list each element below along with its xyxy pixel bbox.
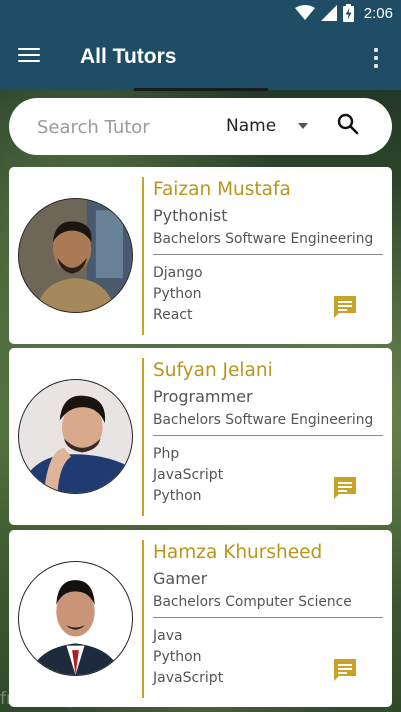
tab-indicator (134, 88, 268, 91)
battery-charging-icon (342, 4, 354, 22)
avatar (18, 198, 133, 313)
more-vert-icon[interactable] (369, 46, 383, 70)
tutor-role: Pythonist (153, 206, 228, 225)
skills-list: Php JavaScript Python (153, 444, 223, 507)
tutor-role: Programmer (153, 387, 253, 406)
app-bar: All Tutors (0, 26, 401, 90)
divider (153, 617, 383, 618)
search-input[interactable] (37, 114, 207, 140)
tutor-card[interactable]: Hamza Khursheed Gamer Bachelors Computer… (9, 530, 392, 707)
avatar (18, 379, 133, 494)
skills-list: Java Python JavaScript (153, 626, 223, 689)
tutor-role: Gamer (153, 569, 208, 588)
card-accent-divider (142, 540, 144, 698)
search-bar: Name (9, 98, 392, 155)
tutor-name: Hamza Khursheed (153, 542, 323, 563)
skill-item: Python (153, 649, 202, 665)
skill-item: JavaScript (153, 670, 224, 686)
watermark: free for personal use (0, 689, 177, 709)
signal-icon (320, 5, 337, 21)
tutor-degree: Bachelors Software Engineering (153, 412, 374, 428)
chevron-down-icon (298, 123, 309, 129)
card-accent-divider (142, 358, 144, 516)
avatar (18, 561, 133, 676)
tutor-degree: Bachelors Computer Science (153, 594, 352, 610)
chat-icon[interactable] (331, 293, 359, 321)
skills-list: Django Python React (153, 263, 203, 326)
skill-item: React (153, 307, 193, 323)
status-bar: 2:06 (0, 0, 401, 26)
tutor-degree: Bachelors Software Engineering (153, 231, 374, 247)
skill-item: Php (153, 446, 180, 462)
sort-dropdown[interactable]: Name (226, 113, 309, 139)
chat-icon[interactable] (331, 656, 359, 684)
divider (153, 435, 383, 436)
skill-item: Django (153, 265, 203, 281)
search-icon[interactable] (336, 112, 360, 136)
chat-icon[interactable] (331, 474, 359, 502)
divider (153, 254, 383, 255)
page-title: All Tutors (80, 45, 177, 68)
hamburger-menu-icon[interactable] (18, 44, 46, 72)
wifi-icon (294, 5, 315, 20)
skill-item: Java (153, 628, 183, 644)
skill-item: Python (153, 286, 202, 302)
skill-item: JavaScript (153, 467, 224, 483)
sort-dropdown-value: Name (226, 116, 277, 136)
card-accent-divider (142, 177, 144, 335)
tutor-card[interactable]: Sufyan Jelani Programmer Bachelors Softw… (9, 348, 392, 525)
tutor-name: Sufyan Jelani (153, 360, 273, 381)
status-time: 2:06 (363, 4, 393, 22)
skill-item: Python (153, 488, 202, 504)
tutor-name: Faizan Mustafa (153, 179, 291, 200)
tutor-card[interactable]: Faizan Mustafa Pythonist Bachelors Softw… (9, 167, 392, 344)
